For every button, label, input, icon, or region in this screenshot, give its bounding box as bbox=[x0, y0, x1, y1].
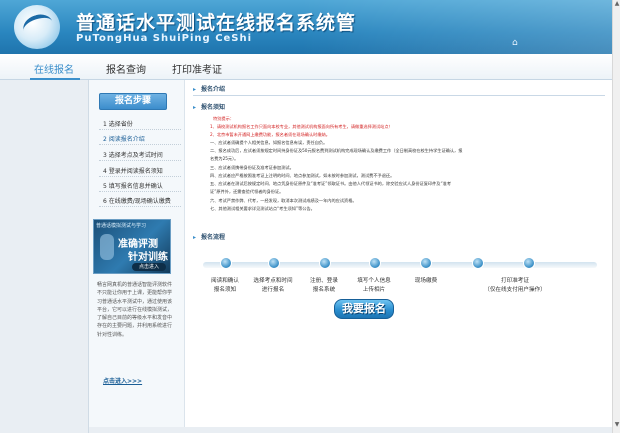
flow-step-4-line-2: 上传相片 bbox=[362, 286, 386, 293]
step-pay[interactable]: 6 在线缴费/现场确认缴费 bbox=[103, 196, 183, 205]
scroll-up-icon[interactable]: ▲ bbox=[613, 0, 620, 8]
step-read-intro[interactable]: 2 阅读报名介绍 bbox=[103, 134, 183, 143]
flow-step-dot bbox=[420, 257, 432, 269]
browser-page: 普通话水平测试在线报名系统管 PuTongHua ShuiPing CeShi … bbox=[0, 0, 620, 433]
notice-line: 三、应试者须携带身份证及准考证参加测试。 bbox=[210, 165, 294, 170]
intro-section-header: ▸ 报名介绍 bbox=[193, 84, 605, 96]
promo-description: 畅言网真机的普通话智能评测软件不只能让你用于上课，更能帮你学习普通话水平测试中，… bbox=[97, 282, 173, 338]
notice-line: 五、应试者在测试后按规定时间、地点凭身份证原件及“准考证”领取证书。由他人代领证… bbox=[210, 181, 452, 186]
promo-top-text: 普通话模拟测试与学习 bbox=[96, 223, 147, 229]
notice-line: 七、其他测试相关要求详见测试站点“考生须知”等公告。 bbox=[210, 206, 315, 211]
step-login-read[interactable]: 4 登录并阅读报名须知 bbox=[103, 166, 183, 175]
flow-step-5-line-1: 现场缴费 bbox=[414, 278, 438, 284]
flow-step-dot bbox=[319, 257, 331, 269]
steps-sidebar: 报名步骤 1 选择省份 2 阅读报名介绍 3 选择考点及考试时间 4 登录并阅读… bbox=[89, 80, 185, 433]
notice-header-label: 报名须知 bbox=[201, 104, 226, 111]
tab-online-register[interactable]: 在线报名 bbox=[34, 61, 74, 76]
vertical-scrollbar[interactable]: ▲ ▼ bbox=[612, 0, 620, 433]
section-arrow-icon: ▸ bbox=[193, 104, 197, 111]
site-subtitle: PuTongHua ShuiPing CeShi bbox=[76, 33, 253, 44]
flow-step-1-line-2: 报名须知 bbox=[213, 286, 237, 293]
bottom-strip bbox=[89, 427, 613, 433]
notice-line: 名费为25元）。 bbox=[210, 156, 239, 161]
flow-step-5: 现场缴费 bbox=[399, 277, 453, 286]
promo-enter-button[interactable]: 点击进入 bbox=[132, 263, 166, 271]
intro-header-label: 报名介绍 bbox=[201, 86, 226, 93]
main-area: ▸ 报名介绍 ▸ 报名须知 特别提示： 1、请校测试机构报名工作只面向本校专业，其他… bbox=[185, 80, 613, 433]
divider bbox=[99, 144, 181, 145]
site-header: 普通话水平测试在线报名系统管 PuTongHua ShuiPing CeShi … bbox=[0, 0, 612, 54]
section-arrow-icon: ▸ bbox=[193, 234, 197, 241]
divider bbox=[99, 206, 181, 207]
flow-step-4-line-1: 填写个人信息 bbox=[357, 278, 391, 284]
register-button[interactable]: 我要报名 bbox=[334, 299, 394, 319]
notice-line: 六、考试严禁作弊、代考，一经发现，取消本次测试成绩及一年内的应试资格。 bbox=[210, 198, 357, 203]
flow-step-6: 打印准考证 （仅在线支付用户操作） bbox=[467, 277, 563, 294]
flow-step-2-line-2: 进行报名 bbox=[261, 286, 285, 293]
cursor-icon: ⌂ bbox=[512, 38, 518, 48]
flow-step-3-line-1: 注册、登录 bbox=[310, 278, 338, 284]
promo-banner[interactable]: 普通话模拟测试与学习 准确评测 针对训练 点击进入 bbox=[93, 219, 171, 274]
flow-step-dot bbox=[472, 257, 484, 269]
flow-step-6-line-2: （仅在线支付用户操作） bbox=[484, 286, 546, 293]
notice-line: 一、应试者须确提个人相关信息，如报名信息有误，责任自负。 bbox=[210, 140, 328, 145]
top-nav: 在线报名 报名查询 打印准考证 bbox=[0, 54, 612, 80]
divider bbox=[99, 160, 181, 161]
flow-section-header: ▸ 报名流程 bbox=[193, 232, 605, 244]
scroll-down-icon[interactable]: ▼ bbox=[613, 421, 620, 429]
tab-print-admission[interactable]: 打印准考证 bbox=[172, 61, 222, 76]
divider bbox=[99, 176, 181, 177]
steps-title: 报名步骤 bbox=[99, 93, 167, 110]
section-arrow-icon: ▸ bbox=[193, 86, 197, 93]
flow-step-3: 注册、登录 报名系统 bbox=[297, 277, 351, 294]
active-tab-indicator bbox=[30, 78, 80, 80]
notice-line: 二、报名成功后，应试者须按规定时间持身份证及50元报名费到测试机构完成现场确认及… bbox=[210, 148, 463, 153]
logo-swirl bbox=[20, 10, 56, 42]
logo-icon bbox=[14, 5, 60, 49]
notice-special-tip: 特别提示： bbox=[213, 116, 234, 121]
content-panel: 报名步骤 1 选择省份 2 阅读报名介绍 3 选择考点及考试时间 4 登录并阅读… bbox=[88, 80, 613, 433]
flow-step-1-line-1: 阅读和确认 bbox=[211, 278, 239, 284]
divider bbox=[99, 191, 181, 192]
flow-step-2: 选择考点和时间 进行报名 bbox=[246, 277, 300, 294]
microphone-icon bbox=[100, 234, 114, 260]
flow-step-dot bbox=[220, 257, 232, 269]
step-select-site[interactable]: 3 选择考点及考试时间 bbox=[103, 150, 183, 159]
tab-register-query[interactable]: 报名查询 bbox=[106, 61, 146, 76]
divider bbox=[99, 129, 181, 130]
flow-step-2-line-1: 选择考点和时间 bbox=[253, 278, 293, 284]
more-link[interactable]: 点击进入>>> bbox=[103, 376, 142, 385]
flow-header-label: 报名流程 bbox=[201, 234, 226, 241]
notice-line: 证”原件外，还需查验代领者的身份证。 bbox=[210, 189, 284, 194]
promo-line-2: 针对训练 bbox=[128, 252, 168, 263]
site-title: 普通话水平测试在线报名系统管 bbox=[76, 12, 357, 34]
flow-step-dot bbox=[523, 257, 535, 269]
step-select-province[interactable]: 1 选择省份 bbox=[103, 119, 183, 128]
notice-line: 1、请校测试机构报名工作只面向本校专业，其他测试机构报面向所有考生，请做重选择测… bbox=[210, 124, 393, 129]
flow-step-4: 填写个人信息 上传相片 bbox=[347, 277, 401, 294]
flow-step-1: 阅读和确认 报名须知 bbox=[198, 277, 252, 294]
notice-line: 2、北京市暂未开通网上缴费功能，报名者须在现场确认时缴纳。 bbox=[210, 132, 330, 137]
flow-step-3-line-2: 报名系统 bbox=[312, 286, 336, 293]
notice-section-header: ▸ 报名须知 bbox=[193, 102, 605, 114]
flow-rail bbox=[203, 262, 597, 268]
flow-step-dot bbox=[369, 257, 381, 269]
flow-step-dot bbox=[268, 257, 280, 269]
notice-line: 四、应试者应严格按照准考证上注明的时间、地点参加测试，如未按时参加测试，测试费不… bbox=[210, 173, 395, 178]
flow-step-6-line-1: 打印准考证 bbox=[501, 278, 529, 284]
step-fill-info[interactable]: 5 填写报名信息并确认 bbox=[103, 181, 183, 190]
